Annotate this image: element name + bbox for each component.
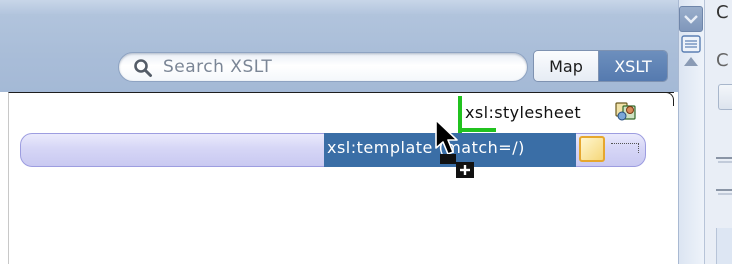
right-panel-button[interactable]	[718, 84, 732, 110]
drag-copy-cursor-icon	[435, 119, 474, 178]
scroll-grip-icon[interactable]	[679, 34, 703, 54]
right-panel-mid-label: C	[716, 50, 729, 71]
template-node-icon[interactable]	[579, 136, 605, 162]
right-panel-divider-icon	[716, 157, 732, 195]
right-side-panel	[704, 0, 732, 264]
stylesheet-node-icon[interactable]	[614, 100, 638, 122]
search-icon	[134, 59, 152, 77]
template-node-connector	[611, 143, 639, 153]
chevron-down-icon	[684, 15, 698, 24]
view-toggle: Map XSLT	[533, 50, 668, 82]
xslt-editor-window: Map XSLT xsl:stylesheet xsl:template (ma…	[0, 0, 732, 264]
map-view-button[interactable]: Map	[534, 51, 600, 81]
scroll-collapse-button[interactable]	[679, 6, 703, 32]
xslt-view-button[interactable]: XSLT	[599, 51, 667, 81]
header-sheen	[0, 0, 678, 14]
search-field[interactable]	[118, 52, 528, 82]
right-panel-footer	[716, 228, 732, 264]
template-node-label[interactable]: xsl:template (match=/)	[327, 138, 525, 162]
right-panel-top-label: C	[716, 2, 729, 23]
canvas-corner	[660, 92, 674, 106]
search-input[interactable]	[163, 56, 513, 78]
scroll-up-icon[interactable]	[679, 54, 703, 70]
